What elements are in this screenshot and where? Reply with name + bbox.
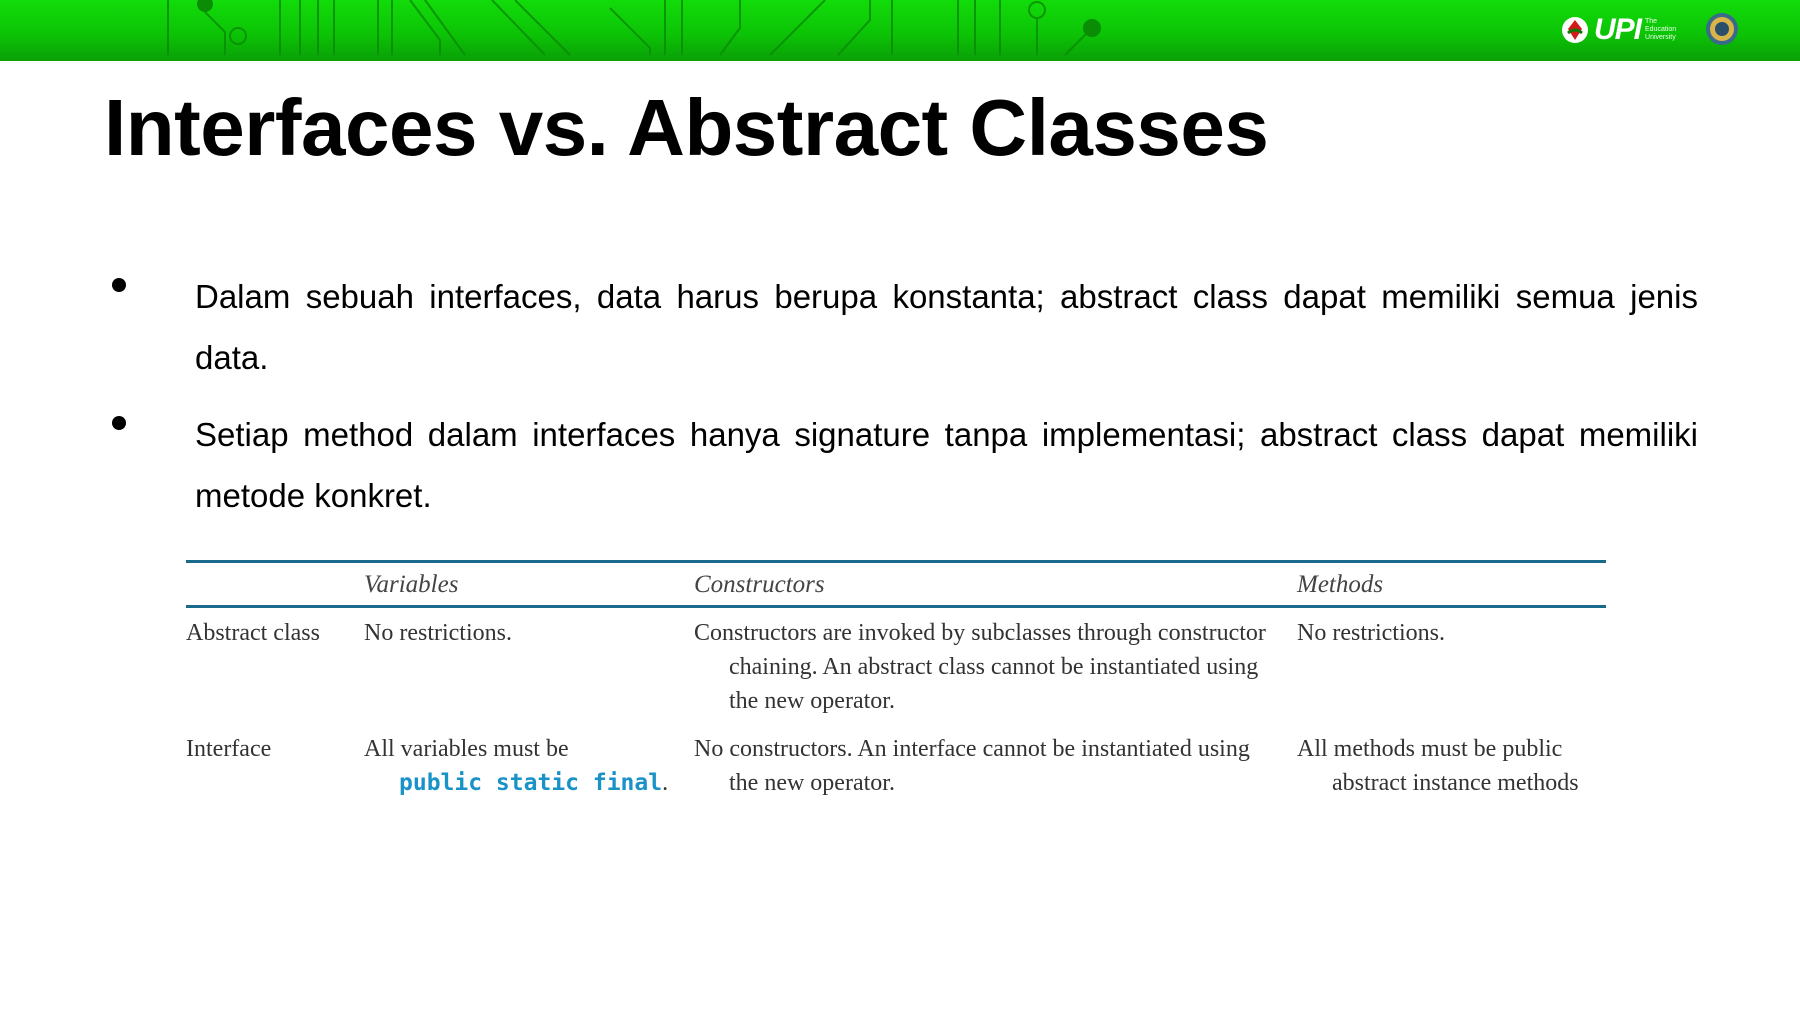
bullet-dot-icon <box>112 416 126 430</box>
bullet-text: Dalam sebuah interfaces, data harus beru… <box>195 278 1698 376</box>
bullet-list: Dalam sebuah interfaces, data harus beru… <box>104 266 1698 542</box>
constructors-text: Constructors are invoked by subclasses t… <box>694 620 1266 714</box>
logo-subtitle-line: The <box>1645 18 1658 25</box>
bullet-text: Setiap method dalam interfaces hanya sig… <box>195 416 1698 514</box>
comparison-table: Variables Constructors Methods Abstract … <box>186 560 1606 806</box>
methods-cell: All methods must be public abstract inst… <box>1297 724 1606 806</box>
slide-title: Interfaces vs. Abstract Classes <box>104 83 1269 172</box>
comparison-table-container: Variables Constructors Methods Abstract … <box>186 560 1606 806</box>
row-label: Abstract class <box>186 620 320 646</box>
constructors-text: No constructors. An interface cannot be … <box>694 736 1250 796</box>
row-label: Interface <box>186 736 272 762</box>
variables-cell: No restrictions. <box>364 620 512 646</box>
upi-logo: UPI The Education University <box>1560 10 1689 50</box>
bullet-item: Dalam sebuah interfaces, data harus beru… <box>104 266 1698 388</box>
constructors-cell: No constructors. An interface cannot be … <box>694 724 1297 806</box>
constructors-cell: Constructors are invoked by subclasses t… <box>694 607 1297 725</box>
methods-cell: No restrictions. <box>1297 620 1445 646</box>
variables-cell: All variables must be public static final… <box>364 724 694 806</box>
table-row: Abstract class No restrictions. Construc… <box>186 607 1606 725</box>
variables-prefix: All variables must be <box>364 736 569 762</box>
header-bar: UPI The Education University <box>0 0 1800 61</box>
table-header-row: Variables Constructors Methods <box>186 560 1606 608</box>
table-row: Interface All variables must be public st… <box>186 724 1606 806</box>
code-snippet: public static final <box>399 770 663 796</box>
logo-subtitle: The Education University <box>1645 18 1689 42</box>
logo-subtitle-line: University <box>1645 34 1676 41</box>
methods-text: All methods must be public abstract inst… <box>1297 736 1579 796</box>
upi-emblem-icon <box>1562 17 1588 43</box>
logo-text: UPI <box>1594 13 1642 46</box>
table-header-cell: Methods <box>1297 560 1606 608</box>
variables-text: All variables must be public static final… <box>364 732 676 800</box>
bullet-item: Setiap method dalam interfaces hanya sig… <box>104 404 1698 526</box>
variables-suffix: . <box>662 770 669 796</box>
table-header-cell <box>186 560 364 608</box>
bullet-dot-icon <box>112 278 126 292</box>
circuit-pattern <box>167 0 1101 56</box>
table-header-cell: Constructors <box>694 560 1297 608</box>
table-header-cell: Variables <box>364 560 694 608</box>
university-seal-icon <box>1706 13 1738 45</box>
logo-subtitle-line: Education <box>1645 26 1677 33</box>
